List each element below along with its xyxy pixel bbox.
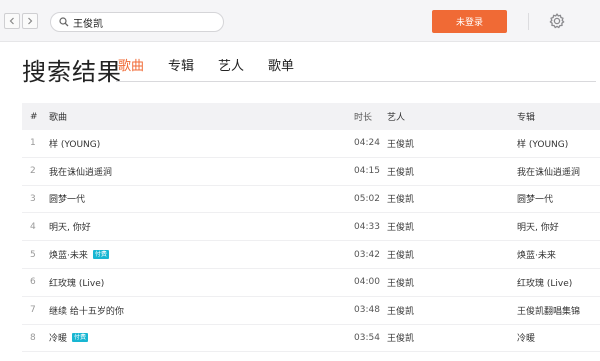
chevron-left-icon [9,17,14,25]
song-title-text[interactable]: 样 (YOUNG) [49,137,100,150]
song-artist[interactable]: 王俊凯 [387,325,414,352]
song-duration: 05:02 [354,193,380,204]
paid-badge: 付费 [72,333,89,343]
search-icon [59,17,69,27]
song-duration: 03:54 [354,332,380,343]
song-album[interactable]: 冷暖 [517,325,535,352]
song-album[interactable]: 圆梦一代 [517,186,553,213]
song-artist[interactable]: 王俊凯 [387,158,414,185]
song-artist[interactable]: 王俊凯 [387,297,414,324]
table-row[interactable]: 5 焕蓝·未来 付费 03:42 王俊凯 焕蓝·未来 [22,241,600,269]
page-title: 搜索结果 [22,58,122,86]
search-box[interactable] [50,12,224,32]
table-row[interactable]: 6 红玫瑰 (Live) 04:00 王俊凯 红玫瑰 (Live) [22,269,600,297]
song-duration: 04:24 [354,138,380,149]
header-divider [528,13,529,30]
column-header-title[interactable]: 歌曲 [49,103,67,130]
song-title[interactable]: 红玫瑰 (Live) [49,269,104,296]
settings-button[interactable] [548,12,566,30]
song-title-text[interactable]: 冷暖 [49,331,67,344]
row-index: 7 [30,305,36,316]
column-header-duration[interactable]: 时长 [354,103,372,130]
song-title[interactable]: 继续 给十五岁的你 [49,297,124,324]
tab-albums[interactable]: 专辑 [168,58,194,82]
table-row[interactable]: 7 继续 给十五岁的你 03:48 王俊凯 王俊凯翻唱集锦 [22,297,600,325]
song-artist[interactable]: 王俊凯 [387,269,414,296]
tab-songs[interactable]: 歌曲 [118,58,144,82]
row-index: 5 [30,249,36,260]
song-title[interactable]: 我在诛仙逍遥涧 [49,158,112,185]
song-album[interactable]: 焕蓝·未来 [517,241,556,268]
song-title-text[interactable]: 圆梦一代 [49,192,85,205]
song-album[interactable]: 王俊凯翻唱集锦 [517,297,580,324]
column-header-artist[interactable]: 艺人 [387,103,405,130]
song-title[interactable]: 冷暖 付费 [49,325,89,352]
row-index: 4 [30,221,36,232]
search-input[interactable] [73,16,213,28]
song-title-text[interactable]: 我在诛仙逍遥涧 [49,165,112,178]
row-index: 1 [30,138,36,149]
song-duration: 04:00 [354,277,380,288]
song-title-text[interactable]: 焕蓝·未来 [49,248,88,261]
column-header-index: # [30,111,38,122]
row-index: 3 [30,193,36,204]
table-row[interactable]: 4 明天, 你好 04:33 王俊凯 明天, 你好 [22,213,600,242]
song-duration: 03:42 [354,249,380,260]
song-artist[interactable]: 王俊凯 [387,213,414,240]
song-title-text[interactable]: 红玫瑰 (Live) [49,276,104,289]
paid-badge: 付费 [92,250,109,260]
table-row[interactable]: 8 冷暖 付费 03:54 王俊凯 冷暖 [22,325,600,353]
row-index: 6 [30,277,36,288]
song-album[interactable]: 红玫瑰 (Live) [517,269,572,296]
tab-playlists[interactable]: 歌单 [268,58,294,82]
song-duration: 04:15 [354,166,380,177]
song-title[interactable]: 焕蓝·未来 付费 [49,241,109,268]
song-album[interactable]: 明天, 你好 [517,213,559,240]
song-title[interactable]: 圆梦一代 [49,186,85,213]
song-album[interactable]: 样 (YOUNG) [517,130,568,157]
table-body: 1 样 (YOUNG) 04:24 王俊凯 样 (YOUNG) 2 我在诛仙逍遥涧 04:15… [22,130,600,353]
chevron-right-icon [28,17,33,25]
column-header-album[interactable]: 专辑 [517,103,535,130]
back-button[interactable] [4,13,20,29]
song-duration: 04:33 [354,221,380,232]
result-tabs: 歌曲 专辑 艺人 歌单 [118,58,318,82]
table-row[interactable]: 1 样 (YOUNG) 04:24 王俊凯 样 (YOUNG) [22,130,600,158]
song-title[interactable]: 明天, 你好 [49,213,91,240]
table-row[interactable]: 2 我在诛仙逍遥涧 04:15 王俊凯 我在诛仙逍遥涧 [22,158,600,186]
login-button[interactable]: 未登录 [432,10,507,33]
tab-artists[interactable]: 艺人 [218,58,244,82]
row-index: 8 [30,332,36,343]
gear-icon [549,13,565,29]
song-title[interactable]: 样 (YOUNG) [49,130,100,157]
forward-button[interactable] [22,13,38,29]
table-row[interactable]: 3 圆梦一代 05:02 王俊凯 圆梦一代 [22,186,600,214]
song-title-text[interactable]: 明天, 你好 [49,220,91,233]
table-header: # 歌曲 时长 艺人 专辑 [22,103,600,130]
song-artist[interactable]: 王俊凯 [387,130,414,157]
song-album[interactable]: 我在诛仙逍遥涧 [517,158,580,185]
song-artist[interactable]: 王俊凯 [387,241,414,268]
tabs-divider [116,81,596,82]
row-index: 2 [30,166,36,177]
song-duration: 03:48 [354,305,380,316]
song-title-text[interactable]: 继续 给十五岁的你 [49,304,124,317]
song-table: # 歌曲 时长 艺人 专辑 1 样 (YOUNG) 04:24 王俊凯 样 (YOUNG… [22,103,600,353]
top-bar: 未登录 [0,0,600,42]
song-artist[interactable]: 王俊凯 [387,186,414,213]
